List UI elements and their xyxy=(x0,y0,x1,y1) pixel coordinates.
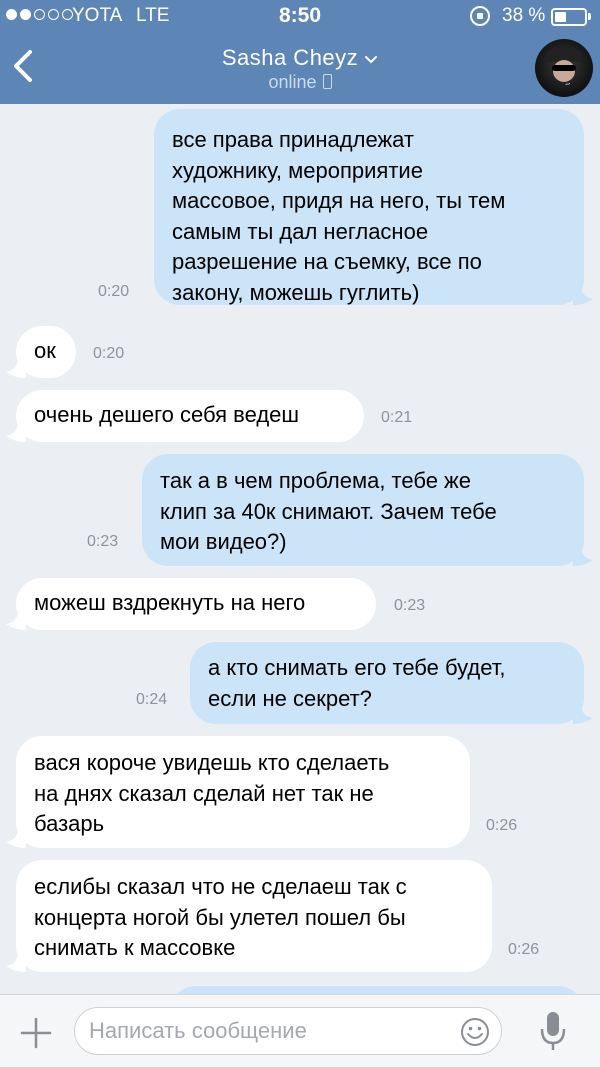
message-line: закону, можешь гуглить) xyxy=(172,279,420,305)
message-bubble: можеш вздрекнуть на него xyxy=(16,578,376,630)
message-line: все права принадлежат xyxy=(172,127,414,152)
avatar[interactable]: ~ xyxy=(535,39,593,97)
chat-header: YOTA LTE 8:50 38 % Sasha Cheyz online ~ xyxy=(0,0,600,104)
message-time: 0:26 xyxy=(486,817,518,834)
message-line: концерта ногой бы улетел пошел бы xyxy=(34,904,406,930)
message-bubble: а кто снимать его тебе будет, если не се… xyxy=(190,642,584,724)
message-bubble: все права принадлежат художнику, меропри… xyxy=(154,109,584,305)
message-input-field[interactable] xyxy=(74,1007,502,1055)
message-line: можеш вздрекнуть на него xyxy=(34,590,306,615)
message-bubble: еслибы сказал что не сделаеш так с конце… xyxy=(16,860,492,972)
bubble-tail xyxy=(6,358,26,378)
attach-button[interactable] xyxy=(18,1015,54,1051)
message-line: базарь xyxy=(34,811,105,836)
message-line: очень дешего себя ведеш xyxy=(34,402,300,427)
message-time: 0:23 xyxy=(87,533,119,550)
plus-icon xyxy=(20,1017,52,1049)
contact-title[interactable]: Sasha Cheyz xyxy=(0,45,600,71)
phone-icon xyxy=(322,74,332,89)
chevron-down-icon xyxy=(364,45,378,71)
message-time: 0:20 xyxy=(98,283,130,300)
message-line: на днях сказал сделай нет так не xyxy=(34,780,374,806)
message-line: еслибы сказал что не сделаеш так с xyxy=(34,874,407,899)
status-bar: YOTA LTE 8:50 38 % xyxy=(0,0,600,34)
message-line: вася короче увидешь кто сделаеть xyxy=(34,750,390,775)
message-bubble: очень дешего себя ведеш xyxy=(16,390,364,442)
message-input[interactable] xyxy=(89,1008,449,1054)
message-time: 0:23 xyxy=(394,597,426,614)
message-composer xyxy=(0,994,600,1067)
contact-name: Sasha Cheyz xyxy=(221,45,359,70)
message-line: массовое, придя на него, ты тем xyxy=(172,188,506,213)
bubble-tail xyxy=(573,546,593,566)
message-line: разрешение на съемку, все по xyxy=(172,249,482,274)
message-time: 0:24 xyxy=(136,691,168,708)
bubble-tail xyxy=(573,285,593,305)
message-line: клип за 40к снимают. Зачем тебе xyxy=(160,498,497,524)
message-line: художнику, мероприятие xyxy=(172,157,423,183)
message-line: мои видео?) xyxy=(160,529,287,554)
presence-label: online xyxy=(268,72,317,92)
bubble-tail xyxy=(573,704,593,724)
battery-percent: 38 % xyxy=(502,5,546,26)
voice-message-button[interactable] xyxy=(538,1009,568,1053)
smile-icon xyxy=(461,1018,489,1046)
message-line: самым ты дал негласное xyxy=(172,218,429,244)
battery-tip xyxy=(588,13,591,20)
bubble-tail xyxy=(6,610,26,630)
message-time: 0:26 xyxy=(508,941,540,958)
microphone-icon xyxy=(540,1012,566,1050)
message-line: так а в чем проблема, тебе же xyxy=(160,468,472,493)
message-line: ок xyxy=(34,338,56,363)
emoji-button[interactable] xyxy=(459,1016,491,1048)
bubble-tail xyxy=(6,828,26,848)
message-line: если не секрет? xyxy=(208,685,372,711)
message-line: а кто снимать его тебе будет, xyxy=(208,655,506,680)
bubble-tail xyxy=(6,952,26,972)
battery-icon xyxy=(551,8,587,26)
message-bubble: вася короче увидешь кто сделаеть на днях… xyxy=(16,736,470,848)
message-time: 0:21 xyxy=(381,409,413,426)
message-list: все права принадлежат художнику, меропри… xyxy=(0,104,600,1026)
message-time: 0:20 xyxy=(93,345,125,362)
message-bubble: так а в чем проблема, тебе же клип за 40… xyxy=(142,454,584,566)
message-line: снимать к массовке xyxy=(34,935,236,960)
presence-status: online xyxy=(0,72,600,93)
bubble-tail xyxy=(6,422,26,442)
rotation-lock-icon xyxy=(470,6,490,26)
